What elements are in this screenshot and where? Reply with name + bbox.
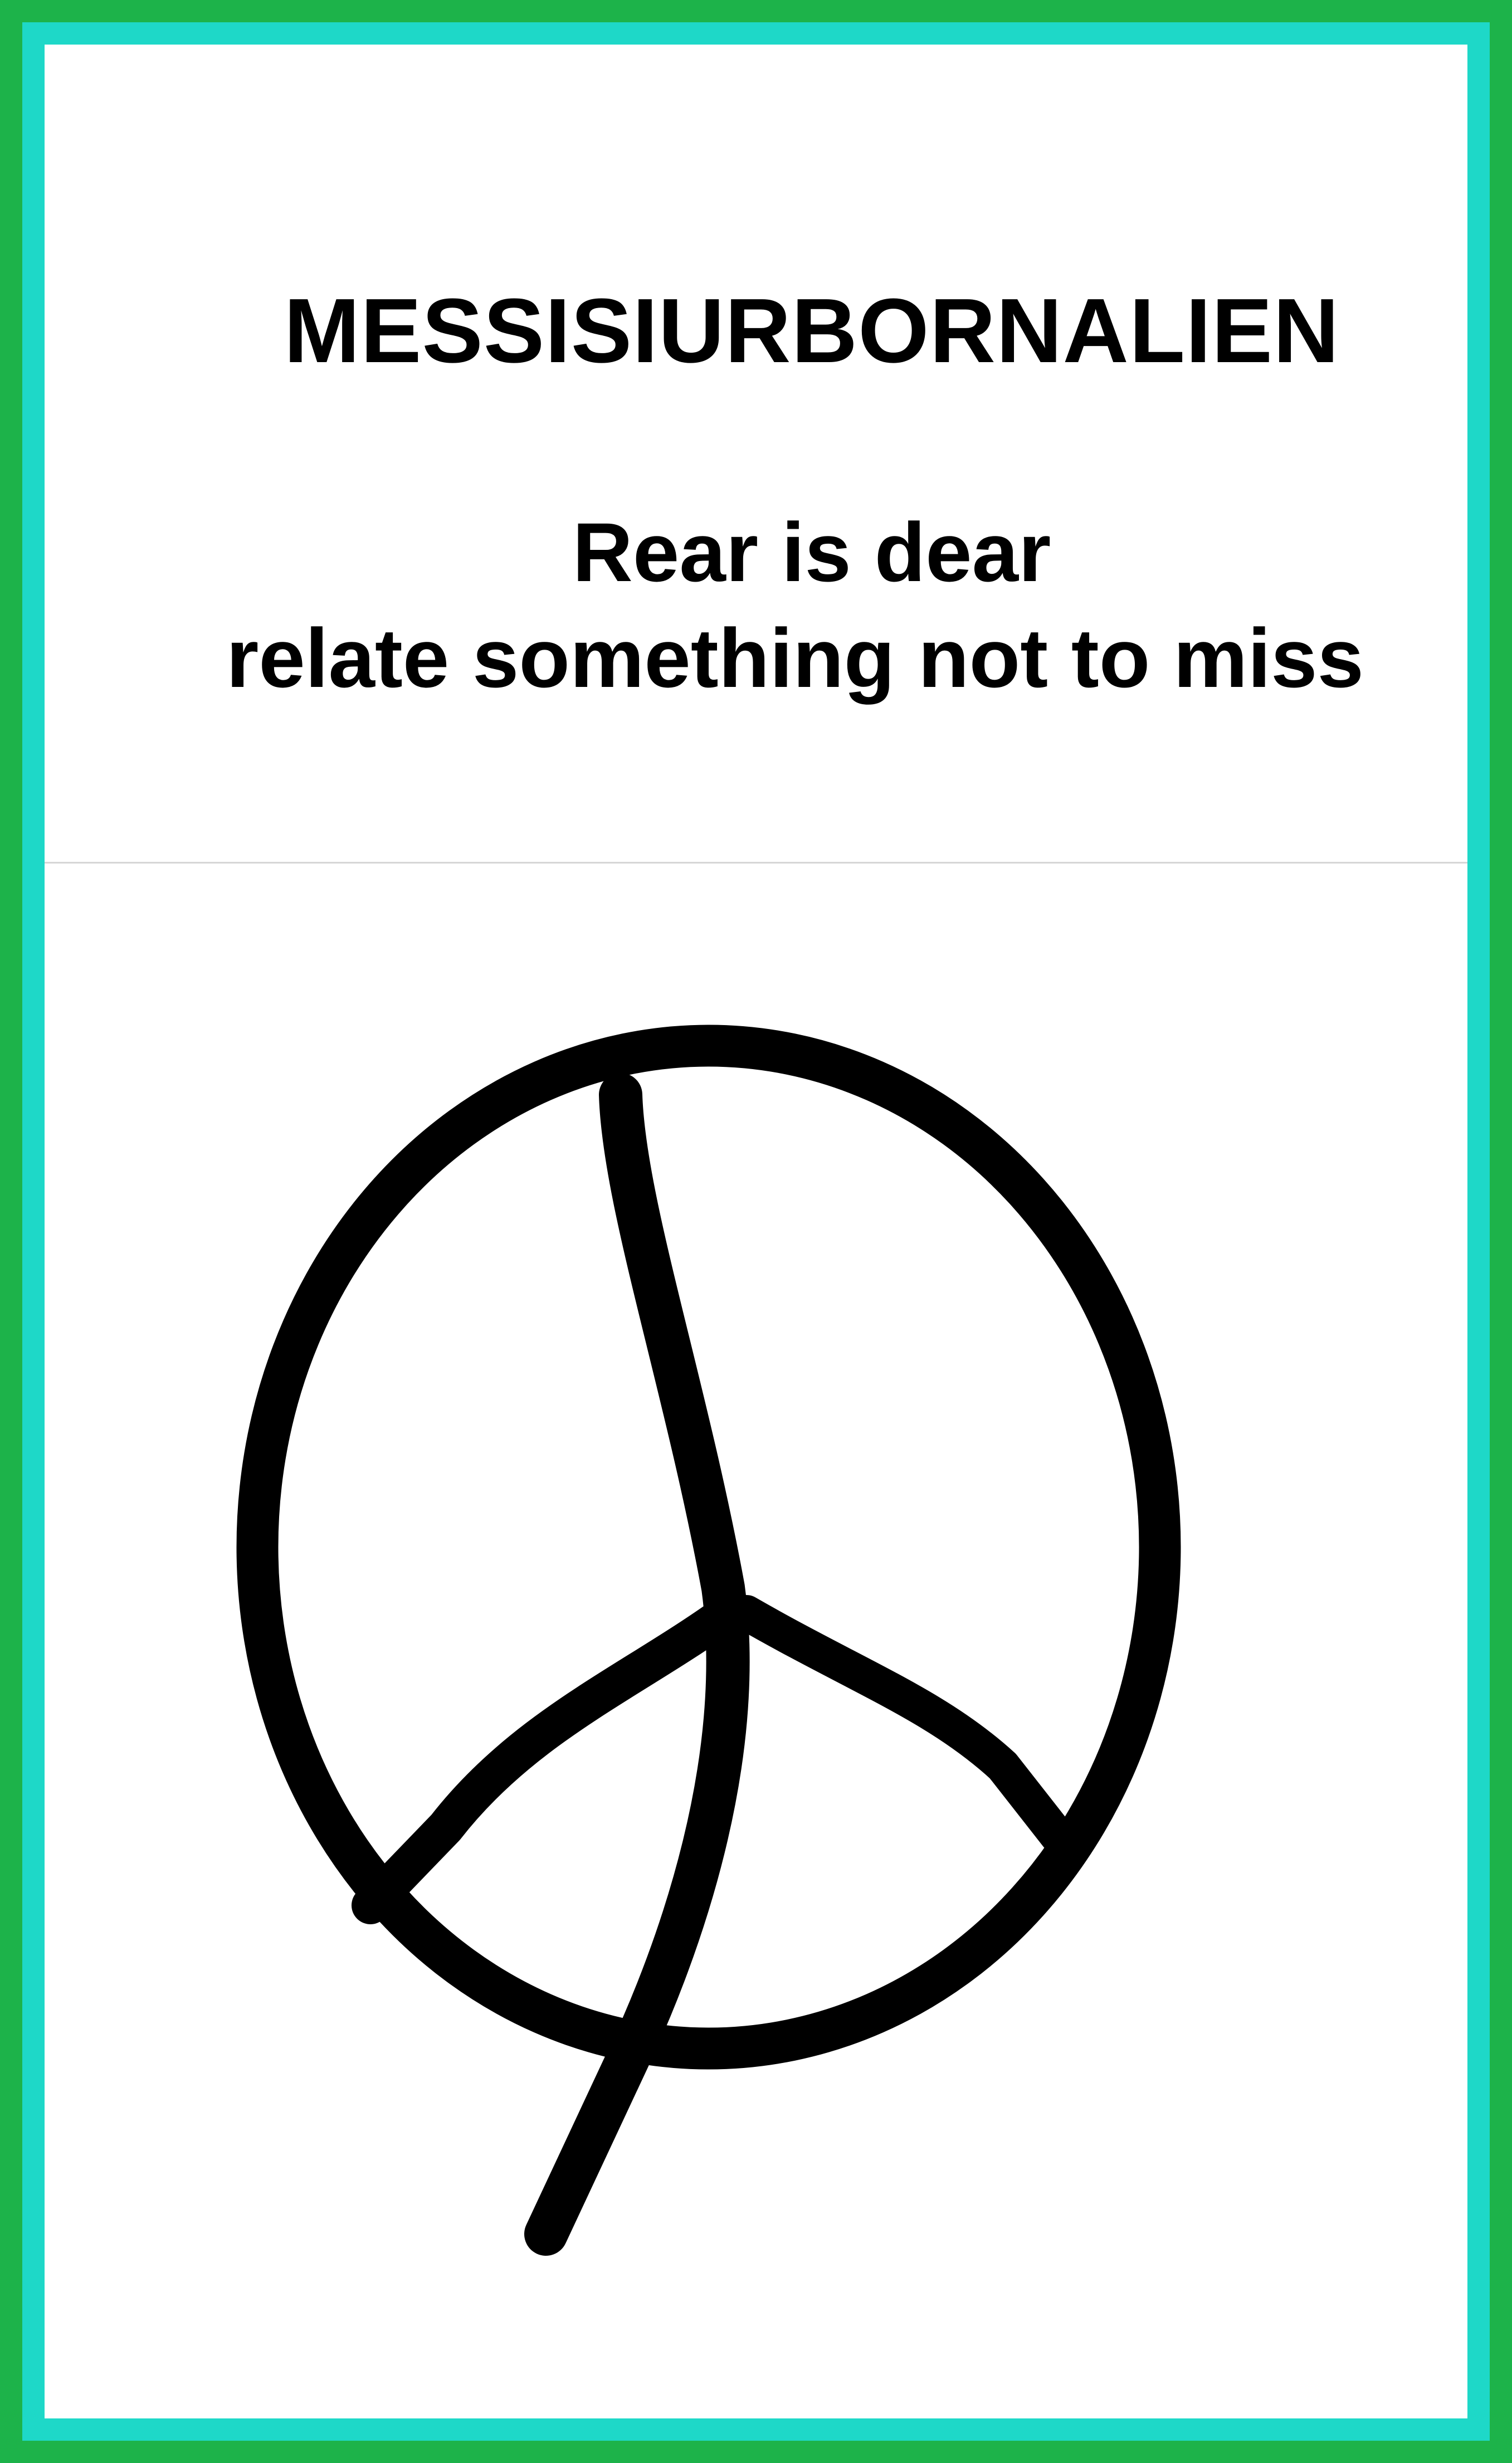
peace-left-stroke xyxy=(352,1597,742,1924)
peace-right-stroke xyxy=(729,1595,1075,1854)
peace-symbol-icon xyxy=(236,1025,1181,2256)
poster-card: MESSISIURBORNALIEN Rear is dear relate s… xyxy=(45,45,1467,2418)
